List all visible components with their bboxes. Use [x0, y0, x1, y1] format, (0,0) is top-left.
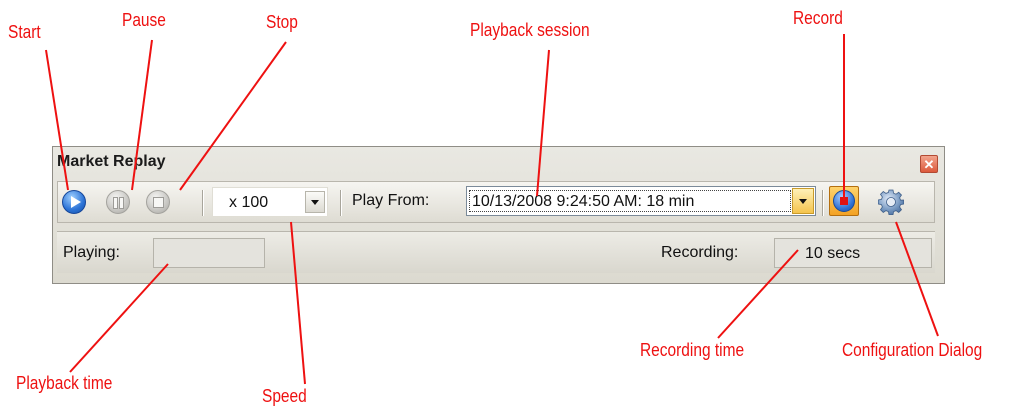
start-button[interactable] [62, 190, 86, 214]
callout-recording-time: Recording time [640, 340, 745, 360]
pause-button[interactable] [106, 190, 130, 214]
callout-stop: Stop [266, 12, 298, 32]
session-dropdown-button[interactable] [792, 188, 814, 214]
callout-playback-time: Playback time [16, 373, 113, 393]
playback-toolbar: x 100 Play From: 10/13/2008 9:24:50 AM: … [57, 181, 935, 223]
play-icon [71, 196, 81, 208]
recording-label: Recording: [661, 244, 739, 261]
close-icon: ✕ [923, 157, 935, 172]
recording-time-field: 10 secs [774, 238, 932, 268]
stop-icon [153, 197, 164, 208]
title-bar: Market Replay ✕ [53, 147, 944, 177]
callout-playback-session: Playback session [470, 20, 590, 40]
stop-button[interactable] [146, 190, 170, 214]
callout-pause: Pause [122, 10, 166, 30]
record-button[interactable] [829, 186, 859, 216]
toolbar-separator [822, 190, 824, 216]
callout-configuration-dialog: Configuration Dialog [842, 340, 983, 360]
play-from-label: Play From: [352, 192, 430, 209]
speed-dropdown-button[interactable] [305, 191, 325, 213]
market-replay-window: Market Replay ✕ x 100 Play From: 10/13/2… [52, 146, 945, 284]
callout-record: Record [793, 8, 843, 28]
record-icon [833, 190, 855, 212]
speed-select[interactable]: x 100 [212, 187, 328, 217]
chevron-down-icon [311, 200, 319, 205]
status-bar: Playing: Recording: 10 secs [57, 231, 935, 273]
toolbar-separator [340, 190, 342, 216]
recording-time-value: 10 secs [805, 245, 861, 262]
playback-time-field [153, 238, 265, 268]
chevron-down-icon [799, 199, 807, 204]
playback-session-select[interactable]: 10/13/2008 9:24:50 AM: 18 min [466, 186, 816, 216]
playback-session-value: 10/13/2008 9:24:50 AM: 18 min [469, 190, 791, 212]
playing-label: Playing: [63, 244, 120, 261]
window-title: Market Replay [57, 153, 166, 170]
speed-value: x 100 [229, 194, 269, 211]
close-button[interactable]: ✕ [920, 155, 938, 173]
callout-speed: Speed [262, 386, 307, 406]
gear-icon[interactable] [878, 189, 904, 215]
toolbar-separator [202, 190, 204, 216]
callout-start: Start [8, 22, 41, 42]
